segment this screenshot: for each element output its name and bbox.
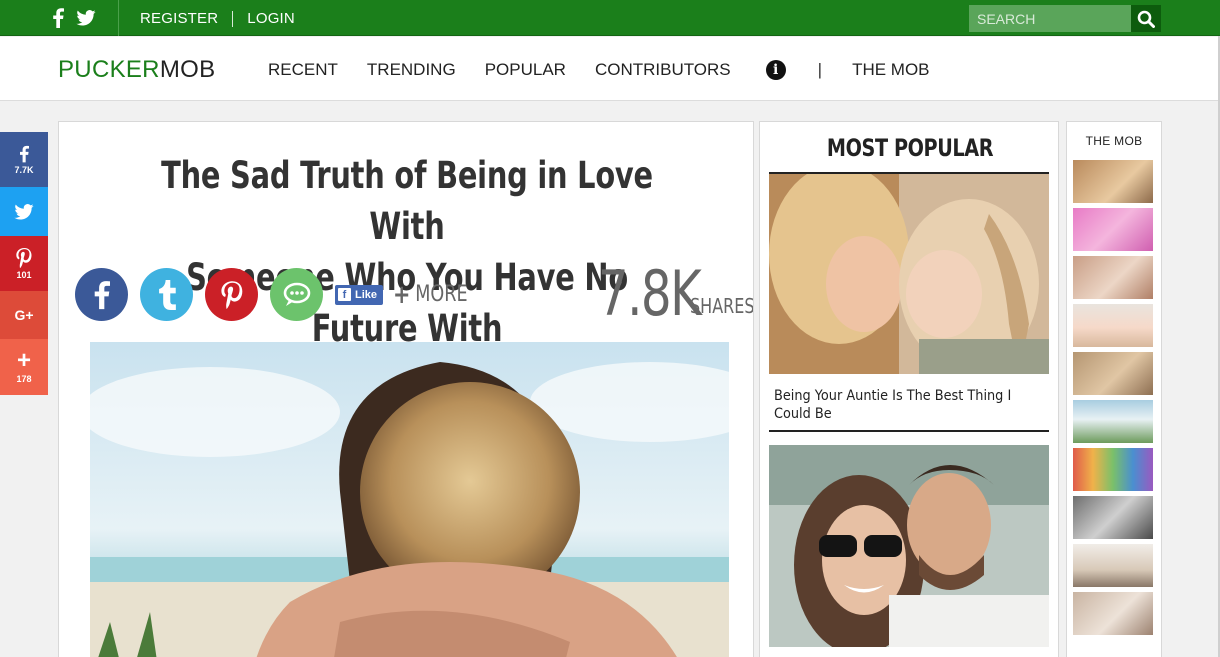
divider <box>118 0 119 36</box>
share-count: 7.8K <box>597 257 702 330</box>
pinterest-icon <box>16 247 32 268</box>
share-counter: 7.8K SHARES <box>569 257 754 330</box>
nav-item-popular[interactable]: POPULAR <box>485 60 566 80</box>
nav-item-recent[interactable]: RECENT <box>268 60 338 80</box>
comment-share-button[interactable] <box>270 268 323 321</box>
facebook-icon <box>94 280 110 309</box>
the-mob-heading: THE MOB <box>1085 134 1143 148</box>
article-hero-image[interactable] <box>90 342 729 657</box>
divider <box>232 10 234 27</box>
primary-nav: RECENT TRENDING POPULAR CONTRIBUTORS i |… <box>268 60 959 80</box>
facebook-like-button[interactable]: f Like <box>335 284 384 305</box>
mob-thumbnail[interactable] <box>1073 592 1153 635</box>
couple-sunglasses-photo <box>769 445 1049 647</box>
woman-kissing-child-photo <box>769 174 1049 374</box>
nav-separator: | <box>817 60 823 79</box>
article-title-line: The Sad Truth of Being in Love With <box>161 154 653 248</box>
googleplus-icon: G+ <box>14 307 34 323</box>
most-popular-panel: MOST POPULAR Being Your Auntie Is The Be… <box>759 121 1059 657</box>
divider <box>769 430 1049 432</box>
auth-links: REGISTER LOGIN <box>140 10 295 27</box>
mob-thumbnail[interactable] <box>1073 160 1153 203</box>
twitter-icon[interactable] <box>76 10 96 26</box>
the-mob-panel: THE MOB <box>1066 121 1162 657</box>
popular-item-thumbnail[interactable] <box>769 445 1049 647</box>
register-link[interactable]: REGISTER <box>140 10 218 27</box>
mob-thumbnail[interactable] <box>1073 544 1153 587</box>
facebook-icon <box>20 145 29 162</box>
article-share-row: f Like + MORE <box>75 268 486 321</box>
nav-item-trending[interactable]: TRENDING <box>367 60 456 80</box>
chat-bubble-icon <box>283 282 310 306</box>
mob-thumbnail[interactable] <box>1073 400 1153 443</box>
pinterest-icon <box>220 280 242 309</box>
like-label: Like <box>355 288 378 301</box>
twitter-icon <box>14 203 34 220</box>
top-bar: REGISTER LOGIN <box>0 0 1220 36</box>
nav-item-contributors[interactable]: CONTRIBUTORS <box>595 60 731 80</box>
mob-thumbnail[interactable] <box>1073 304 1153 347</box>
pinterest-share-count: 101 <box>16 269 32 280</box>
rail-twitter-share[interactable] <box>0 187 48 236</box>
mob-thumbnail[interactable] <box>1073 352 1153 395</box>
search-button[interactable] <box>1131 5 1161 32</box>
more-share-button[interactable]: + MORE <box>393 280 468 310</box>
info-icon[interactable]: i <box>765 60 786 80</box>
couple-hugging-beach-photo <box>90 342 729 657</box>
mob-thumbnail[interactable] <box>1073 256 1153 299</box>
more-share-count: 178 <box>16 374 32 384</box>
site-logo[interactable]: PUCKERMOB <box>58 56 215 84</box>
more-label: MORE <box>415 282 468 307</box>
login-link[interactable]: LOGIN <box>247 10 295 27</box>
mob-thumbnail[interactable] <box>1073 496 1153 539</box>
tumblr-icon <box>158 279 176 310</box>
top-social-links <box>52 8 96 28</box>
search-icon <box>1137 10 1155 28</box>
rail-facebook-share[interactable]: 7.7K <box>0 132 48 187</box>
facebook-share-count: 7.7K <box>14 164 34 175</box>
plus-icon: + <box>16 347 31 374</box>
share-count-label: SHARES <box>690 294 754 318</box>
rail-pinterest-share[interactable]: 101 <box>0 236 48 291</box>
facebook-icon: f <box>338 288 351 301</box>
logo-text-mob: MOB <box>159 56 216 83</box>
facebook-share-button[interactable] <box>75 268 128 321</box>
popular-item-thumbnail[interactable] <box>769 174 1049 374</box>
facebook-icon[interactable] <box>52 8 64 28</box>
mob-thumbnail[interactable] <box>1073 448 1153 491</box>
search-input[interactable] <box>969 5 1131 32</box>
rail-more-share[interactable]: + 178 <box>0 339 48 395</box>
article-card: The Sad Truth of Being in Love With Some… <box>58 121 754 657</box>
rail-googleplus-share[interactable]: G+ <box>0 291 48 339</box>
logo-text-pucker: PUCKER <box>58 56 160 83</box>
popular-item-caption[interactable]: Being Your Auntie Is The Best Thing I Co… <box>774 387 1013 423</box>
pinterest-share-button[interactable] <box>205 268 258 321</box>
mob-thumbnail[interactable] <box>1073 208 1153 251</box>
tumblr-share-button[interactable] <box>140 268 193 321</box>
most-popular-heading: MOST POPULAR <box>826 134 994 162</box>
plus-icon: + <box>393 279 411 310</box>
search-form <box>969 5 1161 32</box>
floating-share-rail: 7.7K 101 G+ + 178 <box>0 132 48 395</box>
nav-item-the-mob[interactable]: THE MOB <box>852 60 929 80</box>
main-navbar: PUCKERMOB RECENT TRENDING POPULAR CONTRI… <box>0 37 1220 101</box>
